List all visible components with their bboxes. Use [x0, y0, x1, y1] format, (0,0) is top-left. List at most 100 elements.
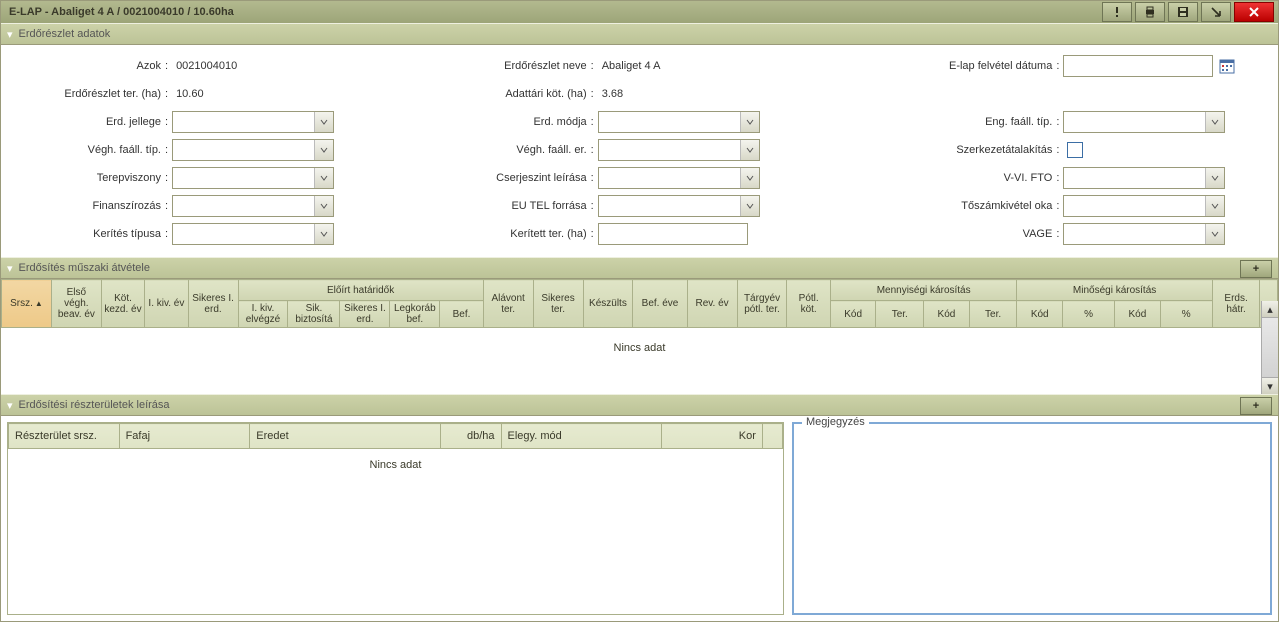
- combo-input[interactable]: [173, 140, 314, 160]
- combo-input[interactable]: [1064, 168, 1205, 188]
- col-elegy[interactable]: Elegy. mód: [501, 424, 662, 449]
- combo-eu-tel-forrasa[interactable]: [598, 195, 760, 217]
- plus-icon: +: [1253, 263, 1259, 275]
- col-ikiv[interactable]: I. kiv. év: [145, 280, 188, 328]
- combo-v-vi-fto[interactable]: [1063, 167, 1225, 189]
- combo-input[interactable]: [599, 168, 740, 188]
- combo-input[interactable]: [599, 196, 740, 216]
- col-hi-sik1[interactable]: Sikeres I. erd.: [340, 301, 390, 328]
- col-potlkot[interactable]: Pótl. köt.: [787, 280, 830, 328]
- combo-input[interactable]: [1064, 196, 1205, 216]
- col-q-kod1[interactable]: Kód: [1017, 301, 1063, 328]
- label-vegh-faall-er: Végh. faáll. er.: [437, 144, 591, 156]
- col-elso[interactable]: Első végh. beav. év: [51, 280, 101, 328]
- chevron-down-icon[interactable]: [1205, 224, 1224, 244]
- add-row-button-1[interactable]: +: [1240, 260, 1272, 278]
- checkbox-szerkezetatalakitas[interactable]: [1067, 142, 1083, 158]
- combo-input[interactable]: [173, 224, 314, 244]
- combo-finanszirozas[interactable]: [172, 195, 334, 217]
- combo-vage[interactable]: [1063, 223, 1225, 245]
- col-fafaj[interactable]: Fafaj: [119, 424, 250, 449]
- col-srsz[interactable]: Srsz.▲: [2, 280, 52, 328]
- titlebar-close-button[interactable]: [1234, 2, 1274, 22]
- col-m-ter2[interactable]: Ter.: [969, 301, 1017, 328]
- col-erdshatr[interactable]: Erds. hátr.: [1212, 280, 1260, 328]
- label-erdoreszlet-ter: Erdőrészlet ter. (ha): [11, 88, 165, 100]
- combo-input[interactable]: [1064, 224, 1205, 244]
- calendar-button[interactable]: [1219, 58, 1235, 74]
- col-hi-bef[interactable]: Bef.: [440, 301, 483, 328]
- panel-header-1[interactable]: ▾ Erdőrészlet adatok: [1, 23, 1278, 45]
- combo-toszamkivetel[interactable]: [1063, 195, 1225, 217]
- col-m-ter1[interactable]: Ter.: [876, 301, 924, 328]
- chevron-down-icon[interactable]: [740, 196, 759, 216]
- combo-input[interactable]: [1064, 112, 1205, 132]
- scroll-up-icon[interactable]: ▴: [1262, 301, 1278, 318]
- combo-input[interactable]: [599, 140, 740, 160]
- col-q-pc2[interactable]: %: [1160, 301, 1212, 328]
- combo-vegh-faall-er[interactable]: [598, 139, 760, 161]
- grid1-scrollbar[interactable]: ▴ ▾: [1261, 301, 1278, 394]
- titlebar-save-button[interactable]: [1168, 2, 1198, 22]
- add-row-button-2[interactable]: +: [1240, 397, 1272, 415]
- col-reszsrsz[interactable]: Részterület srsz.: [9, 424, 120, 449]
- combo-erd-modja[interactable]: [598, 111, 760, 133]
- input-elap-datum[interactable]: [1063, 55, 1213, 77]
- label-eu-tel-forrasa: EU TEL forrása: [437, 200, 591, 212]
- col-m-kod1[interactable]: Kód: [830, 301, 876, 328]
- chevron-down-icon[interactable]: [314, 112, 333, 132]
- col-m-kod2[interactable]: Kód: [924, 301, 970, 328]
- col-sikter[interactable]: Sikeres ter.: [533, 280, 583, 328]
- col-siker[interactable]: Sikeres I. erd.: [188, 280, 238, 328]
- col-hi-leg[interactable]: Legkoráb bef.: [390, 301, 440, 328]
- field-vegh-faall-tip: Végh. faáll. típ.:: [11, 139, 417, 161]
- input-keritett-ter[interactable]: [598, 223, 748, 245]
- col-kor[interactable]: Kor: [662, 424, 763, 449]
- col-eredet[interactable]: Eredet: [250, 424, 441, 449]
- combo-erd-jellege[interactable]: [172, 111, 334, 133]
- col-alavont[interactable]: Alávont ter.: [483, 280, 533, 328]
- col-q-kod2[interactable]: Kód: [1115, 301, 1161, 328]
- col-q-pc1[interactable]: %: [1063, 301, 1115, 328]
- combo-input[interactable]: [173, 168, 314, 188]
- combo-vegh-faall-tip[interactable]: [172, 139, 334, 161]
- combo-input[interactable]: [599, 112, 740, 132]
- panel-header-2[interactable]: ▾ Erdősítés műszaki átvétele +: [1, 257, 1278, 279]
- scroll-down-icon[interactable]: ▾: [1262, 377, 1278, 394]
- panel-header-3[interactable]: ▾ Erdősítési részterületek leírása +: [1, 394, 1278, 416]
- chevron-down-icon[interactable]: [1205, 168, 1224, 188]
- chevron-down-icon[interactable]: [740, 112, 759, 132]
- col-kot[interactable]: Köt. kezd. év: [101, 280, 144, 328]
- chevron-down-icon[interactable]: [740, 140, 759, 160]
- col-targyev[interactable]: Tárgyév pótl. ter.: [737, 280, 787, 328]
- col-hi-ikiv[interactable]: I. kiv. elvégzé: [238, 301, 288, 328]
- combo-terepviszony[interactable]: [172, 167, 334, 189]
- col-befeve[interactable]: Bef. éve: [633, 280, 687, 328]
- floppy-icon: [1177, 6, 1189, 18]
- combo-kerites-tipusa[interactable]: [172, 223, 334, 245]
- combo-cserjeszint[interactable]: [598, 167, 760, 189]
- titlebar-minimize-button[interactable]: [1201, 2, 1231, 22]
- chevron-down-icon[interactable]: [314, 168, 333, 188]
- grid2-wrap: Részterület srsz. Fafaj Eredet db/ha Ele…: [7, 422, 784, 615]
- col-dbha[interactable]: db/ha: [441, 424, 501, 449]
- col-keszult[interactable]: Készülts: [583, 280, 633, 328]
- note-textarea[interactable]: [802, 432, 1266, 609]
- chevron-down-icon[interactable]: [740, 168, 759, 188]
- chevron-down-icon[interactable]: [1205, 196, 1224, 216]
- spacer-3-2: [862, 83, 1268, 105]
- chevron-down-icon[interactable]: [314, 224, 333, 244]
- label-erd-jellege: Erd. jellege: [11, 116, 165, 128]
- titlebar-alert-button[interactable]: [1102, 2, 1132, 22]
- chevron-down-icon[interactable]: [314, 196, 333, 216]
- combo-input[interactable]: [173, 112, 314, 132]
- combo-eng-faall-tip[interactable]: [1063, 111, 1225, 133]
- chevron-down-icon[interactable]: [1205, 112, 1224, 132]
- label-vegh-faall-tip: Végh. faáll. típ.: [11, 144, 165, 156]
- col-revev[interactable]: Rev. év: [687, 280, 737, 328]
- chevron-down-icon[interactable]: [314, 140, 333, 160]
- col-hi-sikb[interactable]: Sik. biztosítá: [288, 301, 340, 328]
- titlebar-print-button[interactable]: [1135, 2, 1165, 22]
- label-keritett-ter: Kerített ter. (ha): [437, 228, 591, 240]
- combo-input[interactable]: [173, 196, 314, 216]
